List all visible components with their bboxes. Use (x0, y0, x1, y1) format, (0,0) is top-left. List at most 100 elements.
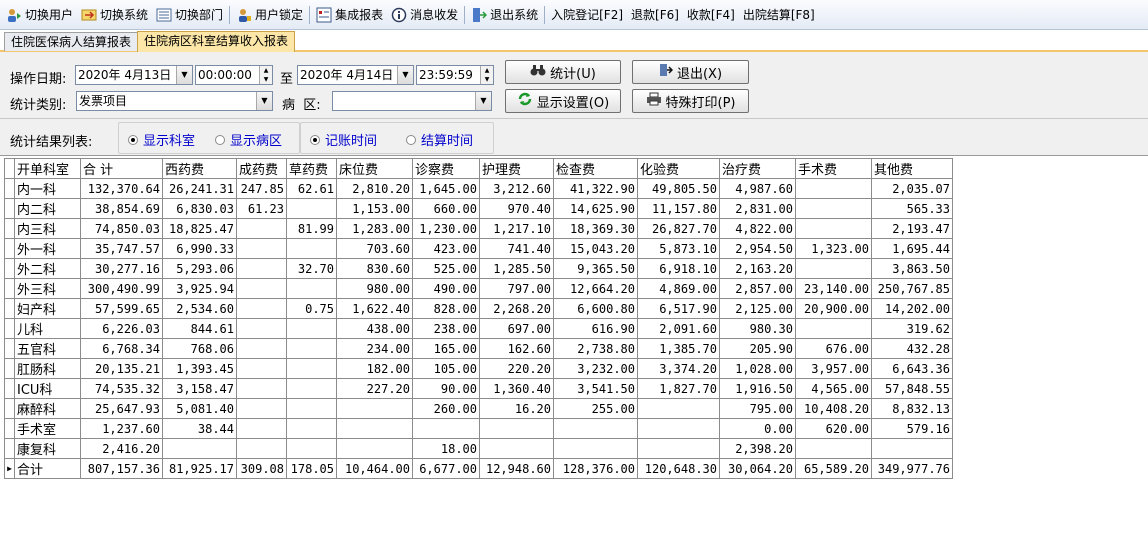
table-row[interactable]: 手术室 1,237.60 38.44 0.00 620.00 579.16 (4, 418, 953, 439)
amount-cell[interactable]: 162.60 (479, 338, 554, 359)
amount-cell[interactable]: 1,028.00 (719, 358, 796, 379)
ward-select[interactable]: ▼ (332, 91, 492, 111)
amount-cell[interactable]: 620.00 (795, 418, 872, 439)
amount-cell[interactable]: 828.00 (412, 298, 480, 319)
table-row[interactable]: 肛肠科 20,135.21 1,393.45 182.00 105.00 220.20 3,… (4, 358, 953, 379)
amount-cell[interactable]: 1,360.40 (479, 378, 554, 399)
amount-cell[interactable]: 2,831.00 (719, 198, 796, 219)
amount-cell[interactable]: 4,869.00 (637, 278, 720, 299)
tab-insurance-settlement-report[interactable]: 住院医保病人结算报表 (4, 32, 139, 51)
chevron-down-icon[interactable]: ▼ (397, 66, 413, 84)
amount-cell[interactable]: 2,857.00 (719, 278, 796, 299)
amount-cell[interactable] (795, 318, 872, 339)
amount-cell[interactable]: 6,768.34 (80, 338, 163, 359)
user-lock-button[interactable]: 用户锁定 (232, 4, 307, 26)
column-header[interactable]: 护理费 (479, 158, 554, 179)
table-row[interactable]: 儿科 6,226.03 844.61 438.00 238.00 697.00 616.90… (4, 318, 953, 339)
amount-cell[interactable]: 490.00 (412, 278, 480, 299)
column-header[interactable]: 检查费 (553, 158, 638, 179)
amount-cell[interactable]: 234.00 (336, 338, 413, 359)
amount-cell[interactable]: 10,464.00 (336, 458, 413, 479)
amount-cell[interactable]: 579.16 (871, 418, 953, 439)
amount-cell[interactable]: 3,158.47 (162, 378, 237, 399)
amount-cell[interactable]: 660.00 (412, 198, 480, 219)
amount-cell[interactable]: 438.00 (336, 318, 413, 339)
amount-cell[interactable] (479, 438, 554, 459)
amount-cell[interactable]: 65,589.20 (795, 458, 872, 479)
amount-cell[interactable]: 120,648.30 (637, 458, 720, 479)
amount-cell[interactable]: 165.00 (412, 338, 480, 359)
amount-cell[interactable]: 30,064.20 (719, 458, 796, 479)
amount-cell[interactable] (286, 318, 337, 339)
amount-cell[interactable]: 3,232.00 (553, 358, 638, 379)
table-row[interactable]: 内三科 74,850.03 18,825.47 81.99 1,283.00 1,230.… (4, 218, 953, 239)
amount-cell[interactable]: 18,825.47 (162, 218, 237, 239)
amount-cell[interactable]: 970.40 (479, 198, 554, 219)
amount-cell[interactable]: 1,153.00 (336, 198, 413, 219)
amount-cell[interactable] (286, 438, 337, 459)
amount-cell[interactable] (336, 438, 413, 459)
column-header[interactable]: 草药费 (286, 158, 337, 179)
amount-cell[interactable]: 81.99 (286, 218, 337, 239)
table-row[interactable]: 妇产科 57,599.65 2,534.60 0.75 1,622.40 828.00 2,… (4, 298, 953, 319)
amount-cell[interactable]: 3,925.94 (162, 278, 237, 299)
start-date-picker[interactable]: 2020年 4月13日 ▼ (75, 65, 193, 85)
amount-cell[interactable]: 41,322.90 (553, 178, 638, 199)
amount-cell[interactable]: 6,643.36 (871, 358, 953, 379)
amount-cell[interactable]: 18,369.30 (553, 218, 638, 239)
amount-cell[interactable]: 6,830.03 (162, 198, 237, 219)
amount-cell[interactable]: 38.44 (162, 418, 237, 439)
amount-cell[interactable]: 795.00 (719, 398, 796, 419)
message-button[interactable]: 消息收发 (387, 4, 462, 26)
amount-cell[interactable]: 2,954.50 (719, 238, 796, 259)
amount-cell[interactable]: 15,043.20 (553, 238, 638, 259)
amount-cell[interactable]: 6,990.33 (162, 238, 237, 259)
amount-cell[interactable] (795, 218, 872, 239)
amount-cell[interactable]: 1,827.70 (637, 378, 720, 399)
amount-cell[interactable]: 23,140.00 (795, 278, 872, 299)
amount-cell[interactable]: 35,747.57 (80, 238, 163, 259)
table-row[interactable]: 内二科 38,854.69 6,830.03 61.23 1,153.00 660.00 9… (4, 198, 953, 219)
amount-cell[interactable] (236, 238, 287, 259)
amount-cell[interactable] (637, 398, 720, 419)
amount-cell[interactable]: 2,163.20 (719, 258, 796, 279)
amount-cell[interactable]: 3,957.00 (795, 358, 872, 379)
amount-cell[interactable] (795, 178, 872, 199)
chevron-down-icon[interactable]: ▼ (176, 66, 192, 84)
amount-cell[interactable]: 16.20 (479, 398, 554, 419)
amount-cell[interactable] (795, 258, 872, 279)
amount-cell[interactable]: 182.00 (336, 358, 413, 379)
column-header[interactable]: 床位费 (336, 158, 413, 179)
amount-cell[interactable]: 205.90 (719, 338, 796, 359)
amount-cell[interactable]: 807,157.36 (80, 458, 163, 479)
amount-cell[interactable] (336, 418, 413, 439)
amount-cell[interactable] (795, 198, 872, 219)
amount-cell[interactable]: 6,600.80 (553, 298, 638, 319)
amount-cell[interactable]: 8,832.13 (871, 398, 953, 419)
amount-cell[interactable]: 319.62 (871, 318, 953, 339)
switch-user-button[interactable]: 切换用户 (2, 4, 77, 26)
amount-cell[interactable]: 2,810.20 (336, 178, 413, 199)
amount-cell[interactable]: 250,767.85 (871, 278, 953, 299)
amount-cell[interactable]: 90.00 (412, 378, 480, 399)
start-time-field[interactable]: 00:00:00 ▲ ▼ (195, 65, 273, 85)
amount-cell[interactable] (286, 338, 337, 359)
amount-cell[interactable] (236, 258, 287, 279)
amount-cell[interactable]: 2,091.60 (637, 318, 720, 339)
amount-cell[interactable] (286, 358, 337, 379)
amount-cell[interactable] (412, 418, 480, 439)
amount-cell[interactable] (286, 198, 337, 219)
column-header[interactable]: 诊察费 (412, 158, 480, 179)
amount-cell[interactable] (236, 318, 287, 339)
table-row[interactable]: 麻醉科 25,647.93 5,081.40 260.00 16.20 255.00 795… (4, 398, 953, 419)
amount-cell[interactable]: 432.28 (871, 338, 953, 359)
amount-cell[interactable] (286, 418, 337, 439)
amount-cell[interactable]: 309.08 (236, 458, 287, 479)
amount-cell[interactable] (162, 438, 237, 459)
amount-cell[interactable]: 11,157.80 (637, 198, 720, 219)
exit-system-button[interactable]: 退出系统 (467, 4, 542, 26)
amount-cell[interactable]: 18.00 (412, 438, 480, 459)
dept-name-cell[interactable]: 康复科 (14, 438, 81, 459)
amount-cell[interactable]: 1,622.40 (336, 298, 413, 319)
amount-cell[interactable] (336, 398, 413, 419)
